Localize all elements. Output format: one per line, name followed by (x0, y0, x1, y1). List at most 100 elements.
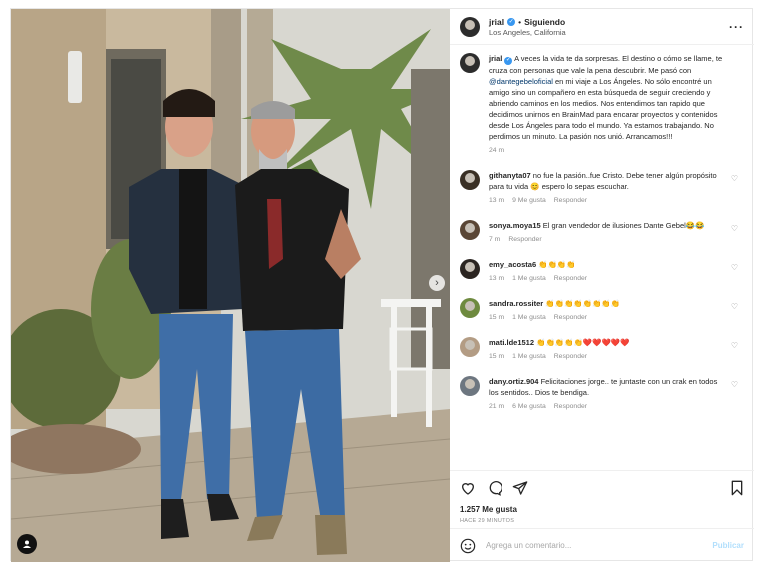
more-icon[interactable]: ··· (729, 20, 744, 34)
comment-time: 13 m (489, 196, 505, 204)
comment-username[interactable]: sonya.moya15 (489, 221, 541, 230)
comment-item: mati.lde1512 👏👏👏👏👏❤️❤️❤️❤️❤️ 15 m 1 Me g… (460, 336, 742, 360)
caption-username[interactable]: jrial (489, 54, 502, 63)
separator-dot: • (518, 16, 522, 27)
verified-badge-icon: ✓ (507, 17, 516, 26)
comment-likes[interactable]: 1 Me gusta (512, 314, 546, 321)
comment-meta: 15 m 1 Me gusta Responder (489, 314, 726, 321)
header-user-line: jrial ✓ • Siguiendo (489, 17, 729, 27)
comment-meta: 21 m 6 Me gusta Responder (489, 403, 726, 410)
post-photo: › (11, 9, 450, 562)
avatar[interactable] (460, 258, 480, 279)
emoji-icon[interactable] (460, 538, 476, 554)
comment-username[interactable]: githanyta07 (489, 171, 531, 180)
caption-text: jrial ✓ A veces la vida te da sorpresas.… (489, 53, 726, 142)
comment-time: 15 m (489, 352, 505, 360)
heart-icon[interactable]: ♡ (731, 341, 738, 350)
add-comment-bar: Publicar (450, 528, 754, 562)
comment-content: El gran vendedor de ilusiones Dante Gebe… (542, 220, 705, 230)
comment-meta: 7 m Responder (489, 236, 726, 243)
comment-item: sandra.rossiter 👏👏👏👏👏👏👏👏 15 m 1 Me gusta… (460, 297, 742, 321)
comment-time: 15 m (489, 313, 505, 321)
post-header: jrial ✓ • Siguiendo Los Angeles, Califor… (450, 9, 754, 45)
likes-count[interactable]: 1.257 Me gusta (460, 505, 744, 514)
verified-badge-icon: ✓ (504, 56, 513, 65)
caption-text-part2: en mi viaje a Los Ángeles. No sólo encon… (489, 76, 718, 141)
comment-item: githanyta07 no fue la pasión..fue Cristo… (460, 169, 742, 204)
comment-text: sonya.moya15 El gran vendedor de ilusion… (489, 220, 726, 231)
comment-username[interactable]: dany.ortiz.904 (489, 377, 538, 386)
avatar[interactable] (460, 219, 480, 240)
comment-likes[interactable]: 1 Me gusta (512, 275, 546, 282)
reply-button[interactable]: Responder (554, 275, 587, 282)
heart-icon[interactable]: ♡ (731, 174, 738, 183)
share-icon[interactable] (512, 480, 528, 496)
comment-time: 21 m (489, 402, 505, 410)
comment-body: sonya.moya15 El gran vendedor de ilusion… (489, 220, 742, 243)
chevron-right-icon[interactable]: › (429, 275, 445, 291)
heart-icon[interactable]: ♡ (731, 380, 738, 389)
comment-content: 👏👏👏👏 (538, 259, 576, 269)
comment-likes[interactable]: 9 Me gusta (512, 197, 546, 204)
comment-body: dany.ortiz.904 Felicitaciones jorge.. te… (489, 376, 742, 410)
avatar[interactable] (460, 375, 480, 396)
comment-time: 7 m (489, 235, 501, 243)
caption: jrial ✓ A veces la vida te da sorpresas.… (460, 53, 742, 154)
comment-username[interactable]: sandra.rossiter (489, 299, 543, 308)
mention-link[interactable]: @dantegebeloficial (489, 77, 553, 86)
heart-icon[interactable]: ♡ (731, 302, 738, 311)
photo-illustration (11, 9, 450, 562)
location[interactable]: Los Angeles, California (489, 28, 729, 37)
avatar[interactable] (460, 53, 480, 73)
bookmark-icon[interactable] (730, 480, 744, 496)
comment-body: mati.lde1512 👏👏👏👏👏❤️❤️❤️❤️❤️ 15 m 1 Me g… (489, 337, 742, 360)
comment-username[interactable]: emy_acosta6 (489, 260, 536, 269)
post-time: HACE 29 MINUTOS (460, 518, 515, 524)
caption-body: jrial ✓ A veces la vida te da sorpresas.… (489, 53, 742, 154)
comment-item: dany.ortiz.904 Felicitaciones jorge.. te… (460, 375, 742, 410)
comment-body: githanyta07 no fue la pasión..fue Cristo… (489, 170, 742, 204)
comments-list[interactable]: jrial ✓ A veces la vida te da sorpresas.… (450, 53, 754, 470)
comment-username[interactable]: mati.lde1512 (489, 338, 534, 347)
reply-button[interactable]: Responder (508, 236, 541, 243)
post-sidebar: jrial ✓ • Siguiendo Los Angeles, Califor… (450, 9, 754, 562)
reply-button[interactable]: Responder (554, 403, 587, 410)
comment-text: dany.ortiz.904 Felicitaciones jorge.. te… (489, 376, 726, 398)
comment-icon[interactable] (486, 480, 502, 496)
avatar[interactable] (460, 336, 480, 357)
reply-button[interactable]: Responder (554, 353, 587, 360)
comment-meta: 13 m 9 Me gusta Responder (489, 197, 726, 204)
comment-likes[interactable]: 1 Me gusta (512, 353, 546, 360)
caption-time: 24 m (489, 146, 505, 154)
comment-text: emy_acosta6 👏👏👏👏 (489, 259, 726, 270)
post-actions: 1.257 Me gusta HACE 29 MINUTOS (450, 470, 754, 524)
comment-meta: 15 m 1 Me gusta Responder (489, 353, 726, 360)
following-button[interactable]: Siguiendo (524, 17, 565, 27)
heart-icon[interactable] (460, 480, 476, 496)
heart-icon[interactable]: ♡ (731, 263, 738, 272)
avatar[interactable] (460, 169, 480, 190)
heart-icon[interactable]: ♡ (731, 224, 738, 233)
comment-text: mati.lde1512 👏👏👏👏👏❤️❤️❤️❤️❤️ (489, 337, 726, 348)
avatar[interactable] (460, 16, 480, 37)
action-icons (460, 479, 744, 497)
comment-meta: 13 m 1 Me gusta Responder (489, 275, 726, 282)
avatar[interactable] (460, 297, 480, 318)
reply-button[interactable]: Responder (554, 197, 587, 204)
comment-item: emy_acosta6 👏👏👏👏 13 m 1 Me gusta Respond… (460, 258, 742, 282)
publish-button[interactable]: Publicar (712, 541, 744, 550)
comment-text: githanyta07 no fue la pasión..fue Cristo… (489, 170, 726, 192)
user-tag-icon[interactable] (17, 534, 37, 554)
caption-text-part1: A veces la vida te da sorpresas. El dest… (489, 54, 723, 75)
comment-content: 👏👏👏👏👏❤️❤️❤️❤️❤️ (536, 337, 630, 347)
header-text: jrial ✓ • Siguiendo Los Angeles, Califor… (489, 17, 729, 37)
comment-item: sonya.moya15 El gran vendedor de ilusion… (460, 219, 742, 243)
comment-time: 13 m (489, 274, 505, 282)
username[interactable]: jrial (489, 17, 504, 27)
reply-button[interactable]: Responder (554, 314, 587, 321)
caption-meta: 24 m (489, 147, 726, 154)
comment-body: sandra.rossiter 👏👏👏👏👏👏👏👏 15 m 1 Me gusta… (489, 298, 742, 321)
comment-text: sandra.rossiter 👏👏👏👏👏👏👏👏 (489, 298, 726, 309)
comment-likes[interactable]: 6 Me gusta (512, 403, 546, 410)
comment-input[interactable] (486, 541, 713, 550)
